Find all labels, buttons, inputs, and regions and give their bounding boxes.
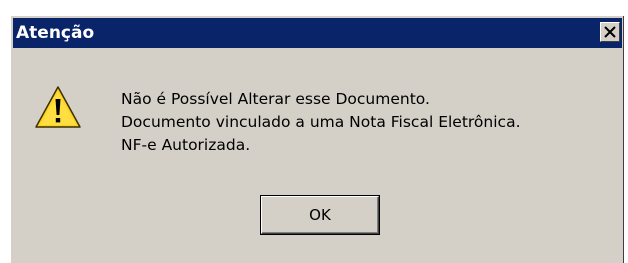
close-button[interactable] bbox=[600, 22, 620, 42]
title-bar[interactable]: Atenção bbox=[13, 18, 622, 48]
message-text: Não é Possível Alterar esse Documento. D… bbox=[121, 88, 521, 157]
dialog-title: Atenção bbox=[16, 23, 95, 43]
warning-icon bbox=[35, 86, 81, 128]
message-line: NF-e Autorizada. bbox=[121, 136, 251, 154]
close-icon bbox=[604, 26, 616, 38]
message-line: Documento vinculado a uma Nota Fiscal El… bbox=[121, 113, 521, 131]
ok-button[interactable]: OK bbox=[260, 195, 380, 235]
message-line: Não é Possível Alterar esse Documento. bbox=[121, 90, 430, 108]
alert-dialog: Atenção Não é Possível Alterar esse Docu… bbox=[10, 15, 624, 263]
ok-button-label: OK bbox=[309, 206, 331, 224]
